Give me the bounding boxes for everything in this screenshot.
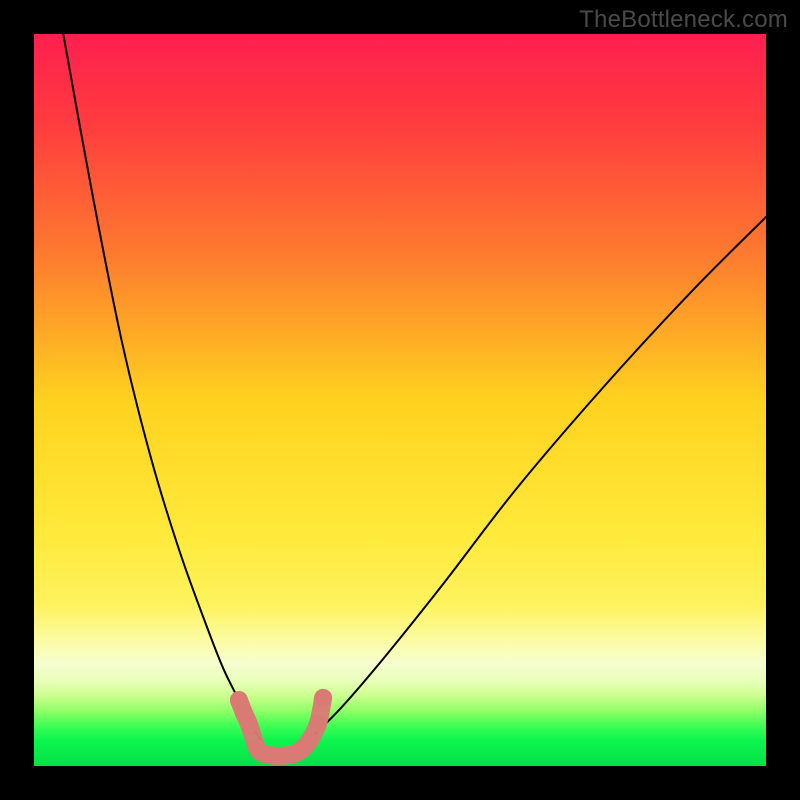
gradient-background [34,34,766,766]
marker-dot [314,689,332,707]
plot-area [34,34,766,766]
marker-dot [240,716,258,734]
watermark-text: TheBottleneck.com [579,6,788,34]
marker-dot [300,732,318,750]
chart-svg [34,34,766,766]
marker-dot [309,715,327,733]
chart-frame: TheBottleneck.com [0,0,800,800]
